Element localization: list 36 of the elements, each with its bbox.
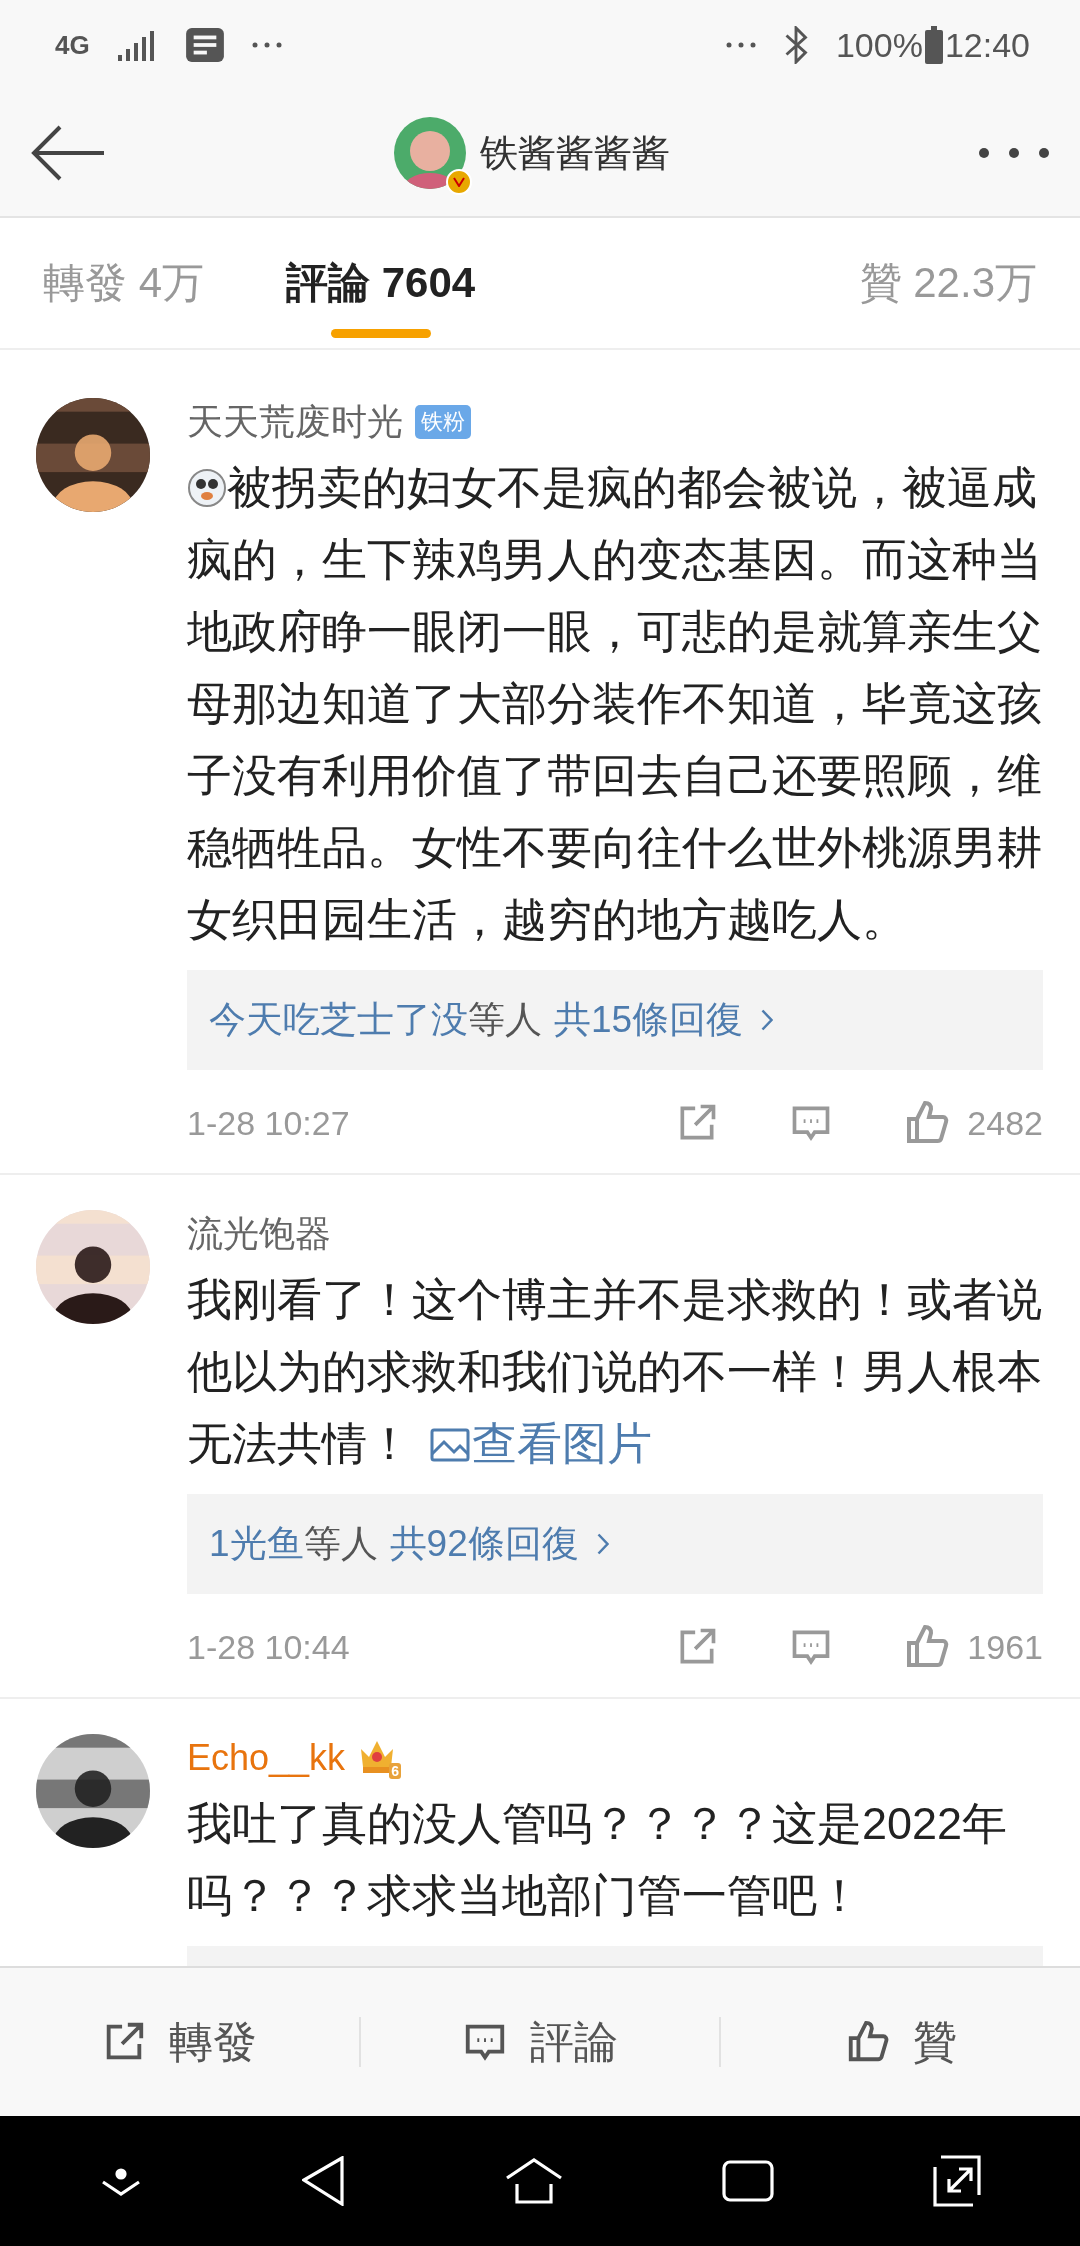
more-icon [251,42,282,48]
like-count: 2482 [967,1103,1043,1143]
like-count: 1961 [967,1627,1043,1667]
tab[interactable]: 評論 7604 [286,218,476,348]
home-icon[interactable] [505,2158,563,2204]
reply-preview[interactable]: 1光鱼等人 共92條回復 [187,1494,1043,1594]
message-icon [185,28,224,62]
chevron-icon [761,1009,774,1031]
network-type: 4G [55,29,90,61]
comment-text: 我刚看了！这个博主并不是求救的！或者说他以为的求救和我们说的不一样！男人根本无法共情！ 查看图片 [187,1273,1043,1471]
back-button[interactable] [30,123,106,183]
like-button[interactable]: 贊 [721,1968,1080,2116]
more-icon[interactable] [978,147,1050,159]
commenter-name[interactable]: 天天荒废时光 [187,397,403,447]
comment-button[interactable]: 評論 [360,1968,720,2116]
comment-text: 被拐卖的妇女不是疯的都会被说，被逼成疯的，生下辣鸡男人的变态基因。而这种当地政府睁一眼闭一眼，可悲的是就算亲生父母那边知道了大部分装作不知道，毕竟这孩子没有利用价值了带回去自己还要照顾，维稳牺牲品。女性不要向往什么世外桃源男耕女织田园生活，越穷的地方越吃人。 [187,461,1043,947]
expand-icon[interactable] [932,2155,981,2207]
more-icon [725,42,756,48]
bluetooth-icon [783,26,808,64]
comment-time: 1-28 10:44 [187,1627,350,1667]
view-image-link[interactable]: 查看图片 [430,1418,652,1469]
recent-apps-icon[interactable] [721,2160,774,2202]
crown-level: 6 [389,1763,402,1779]
reply-preview[interactable]: 今天吃芝士了没等人 共15條回復 [187,970,1043,1070]
fan-badge: 铁粉 [415,405,471,439]
comment-time: 1-28 10:27 [187,1103,350,1143]
clock: 12:40 [944,25,1030,65]
battery-icon [924,26,943,64]
commenter-name[interactable]: 流光饱器 [187,1209,331,1259]
share-button[interactable]: 轉發 [0,1968,359,2116]
battery-percent: 100% [835,25,923,65]
image-icon [430,1428,470,1462]
comment-text: 我吐了真的没人管吗？？？？这是2022年吗？？？求求当地部门管一管吧！ [187,1797,1009,1923]
author-name: 铁酱酱酱酱 [480,130,670,176]
chevron-icon [596,1533,609,1555]
back-icon[interactable] [302,2156,347,2206]
